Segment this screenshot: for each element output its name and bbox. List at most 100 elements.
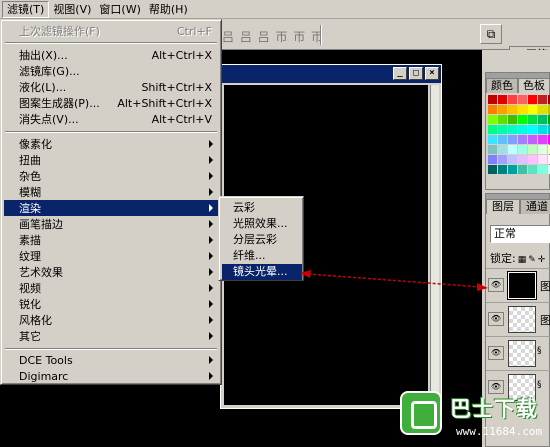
color-swatch[interactable] bbox=[518, 155, 527, 164]
submenu-arrow-icon bbox=[209, 156, 213, 164]
color-swatch[interactable] bbox=[528, 125, 537, 134]
color-swatch[interactable] bbox=[538, 145, 547, 154]
menu-item-filter-gallery[interactable]: 滤镜库(G)... bbox=[4, 63, 218, 79]
menu-window[interactable]: 窗口(W) bbox=[95, 1, 144, 18]
menu-item-pixelate[interactable]: 像素化 bbox=[4, 136, 218, 152]
menu-item-sketch[interactable]: 素描 bbox=[4, 232, 218, 248]
color-swatch[interactable] bbox=[528, 95, 537, 104]
blend-mode-select[interactable]: 正常 bbox=[490, 225, 550, 243]
lock-move-icon[interactable]: ✛ bbox=[538, 255, 546, 265]
color-swatch[interactable] bbox=[498, 115, 507, 124]
color-swatch[interactable] bbox=[528, 155, 537, 164]
color-swatch[interactable] bbox=[538, 115, 547, 124]
color-swatch[interactable] bbox=[538, 165, 547, 174]
color-swatch[interactable] bbox=[498, 95, 507, 104]
color-swatch[interactable] bbox=[488, 165, 497, 174]
color-swatch[interactable] bbox=[518, 115, 527, 124]
color-swatch[interactable] bbox=[498, 155, 507, 164]
submenu-item-difference-clouds[interactable]: 分层云彩 bbox=[222, 232, 302, 248]
menu-item-pattern-maker[interactable]: 图案生成器(P)... Alt+Shift+Ctrl+X bbox=[4, 95, 218, 111]
submenu-item-fibers[interactable]: 纤维... bbox=[222, 248, 302, 264]
color-swatch[interactable] bbox=[538, 105, 547, 114]
submenu-item-clouds[interactable]: 云彩 bbox=[222, 200, 302, 216]
color-swatch[interactable] bbox=[508, 105, 517, 114]
color-swatch[interactable] bbox=[538, 125, 547, 134]
color-swatch[interactable] bbox=[538, 135, 547, 144]
document-titlebar[interactable]: _ □ × bbox=[221, 65, 441, 83]
color-swatch[interactable] bbox=[488, 135, 497, 144]
color-swatch[interactable] bbox=[528, 135, 537, 144]
menu-item-dce-tools[interactable]: DCE Tools bbox=[4, 352, 218, 368]
menu-item-video[interactable]: 视频 bbox=[4, 280, 218, 296]
toggle-palettes-icon[interactable]: ⧉ bbox=[480, 24, 502, 44]
menu-item-digimarc[interactable]: Digimarc bbox=[4, 368, 218, 384]
color-swatch[interactable] bbox=[488, 125, 497, 134]
menu-view[interactable]: 视图(V) bbox=[49, 1, 95, 18]
color-swatch[interactable] bbox=[538, 95, 547, 104]
menu-help[interactable]: 帮助(H) bbox=[145, 1, 192, 18]
swatch-grid[interactable] bbox=[488, 95, 550, 174]
color-swatch[interactable] bbox=[488, 115, 497, 124]
align-icons[interactable]: 吕 吕 吕 帀 帀 帀 bbox=[222, 28, 324, 45]
menu-item-distort[interactable]: 扭曲 bbox=[4, 152, 218, 168]
minimize-button[interactable]: _ bbox=[393, 67, 407, 80]
visibility-eye-icon[interactable]: 👁 bbox=[488, 346, 504, 360]
maximize-button[interactable]: □ bbox=[409, 67, 423, 80]
menu-item-noise[interactable]: 杂色 bbox=[4, 168, 218, 184]
color-swatch[interactable] bbox=[498, 165, 507, 174]
color-swatch[interactable] bbox=[518, 95, 527, 104]
menu-item-artistic[interactable]: 艺术效果 bbox=[4, 264, 218, 280]
menu-item-sharpen[interactable]: 锐化 bbox=[4, 296, 218, 312]
color-swatch[interactable] bbox=[528, 165, 537, 174]
layer-row[interactable]: 👁 § bbox=[486, 336, 550, 369]
layer-row[interactable]: 👁 图 bbox=[486, 302, 550, 335]
tab-color[interactable]: 颜色 bbox=[486, 78, 518, 93]
menu-item-liquify[interactable]: 液化(L)... Shift+Ctrl+X bbox=[4, 79, 218, 95]
color-swatch[interactable] bbox=[498, 105, 507, 114]
color-swatch[interactable] bbox=[488, 145, 497, 154]
color-swatch[interactable] bbox=[518, 105, 527, 114]
color-swatch[interactable] bbox=[528, 105, 537, 114]
color-swatch[interactable] bbox=[488, 95, 497, 104]
menu-item-extract[interactable]: 抽出(X)... Alt+Ctrl+X bbox=[4, 47, 218, 63]
menu-item-vanishing-point[interactable]: 消失点(V)... Alt+Ctrl+V bbox=[4, 111, 218, 127]
lock-transparency-icon[interactable]: ▦ bbox=[518, 255, 527, 265]
menu-item-render[interactable]: 渲染 bbox=[4, 200, 218, 216]
tab-layers[interactable]: 图层 bbox=[486, 199, 520, 214]
close-button[interactable]: × bbox=[425, 67, 439, 80]
visibility-eye-icon[interactable]: 👁 bbox=[488, 312, 504, 326]
color-swatch[interactable] bbox=[498, 135, 507, 144]
vertical-scrollbar[interactable] bbox=[430, 85, 439, 405]
color-swatch[interactable] bbox=[518, 145, 527, 154]
layer-row[interactable]: 👁 图 bbox=[486, 268, 550, 301]
menu-item-other[interactable]: 其它 bbox=[4, 328, 218, 344]
color-swatch[interactable] bbox=[508, 95, 517, 104]
color-swatch[interactable] bbox=[508, 165, 517, 174]
color-swatch[interactable] bbox=[508, 125, 517, 134]
color-swatch[interactable] bbox=[508, 155, 517, 164]
color-swatch[interactable] bbox=[498, 145, 507, 154]
color-swatch[interactable] bbox=[488, 155, 497, 164]
menu-item-stylize[interactable]: 风格化 bbox=[4, 312, 218, 328]
menu-item-brush-strokes[interactable]: 画笔描边 bbox=[4, 216, 218, 232]
menu-filter[interactable]: 滤镜(T) bbox=[2, 0, 50, 18]
submenu-item-lens-flare[interactable]: 镜头光晕... bbox=[222, 264, 302, 280]
submenu-item-lighting-effects[interactable]: 光照效果... bbox=[222, 216, 302, 232]
lock-paint-icon[interactable]: ✎ bbox=[528, 255, 536, 265]
menu-item-blur[interactable]: 模糊 bbox=[4, 184, 218, 200]
visibility-eye-icon[interactable]: 👁 bbox=[488, 278, 504, 292]
menu-item-texture[interactable]: 纹理 bbox=[4, 248, 218, 264]
color-swatch[interactable] bbox=[518, 165, 527, 174]
color-swatch[interactable] bbox=[538, 155, 547, 164]
color-swatch[interactable] bbox=[508, 145, 517, 154]
color-swatch[interactable] bbox=[518, 125, 527, 134]
tab-channels[interactable]: 通道 bbox=[520, 199, 550, 214]
color-swatch[interactable] bbox=[528, 145, 537, 154]
color-swatch[interactable] bbox=[498, 125, 507, 134]
tab-swatches[interactable]: 色板 bbox=[518, 78, 550, 93]
color-swatch[interactable] bbox=[518, 135, 527, 144]
color-swatch[interactable] bbox=[528, 115, 537, 124]
color-swatch[interactable] bbox=[508, 115, 517, 124]
color-swatch[interactable] bbox=[488, 105, 497, 114]
color-swatch[interactable] bbox=[508, 135, 517, 144]
